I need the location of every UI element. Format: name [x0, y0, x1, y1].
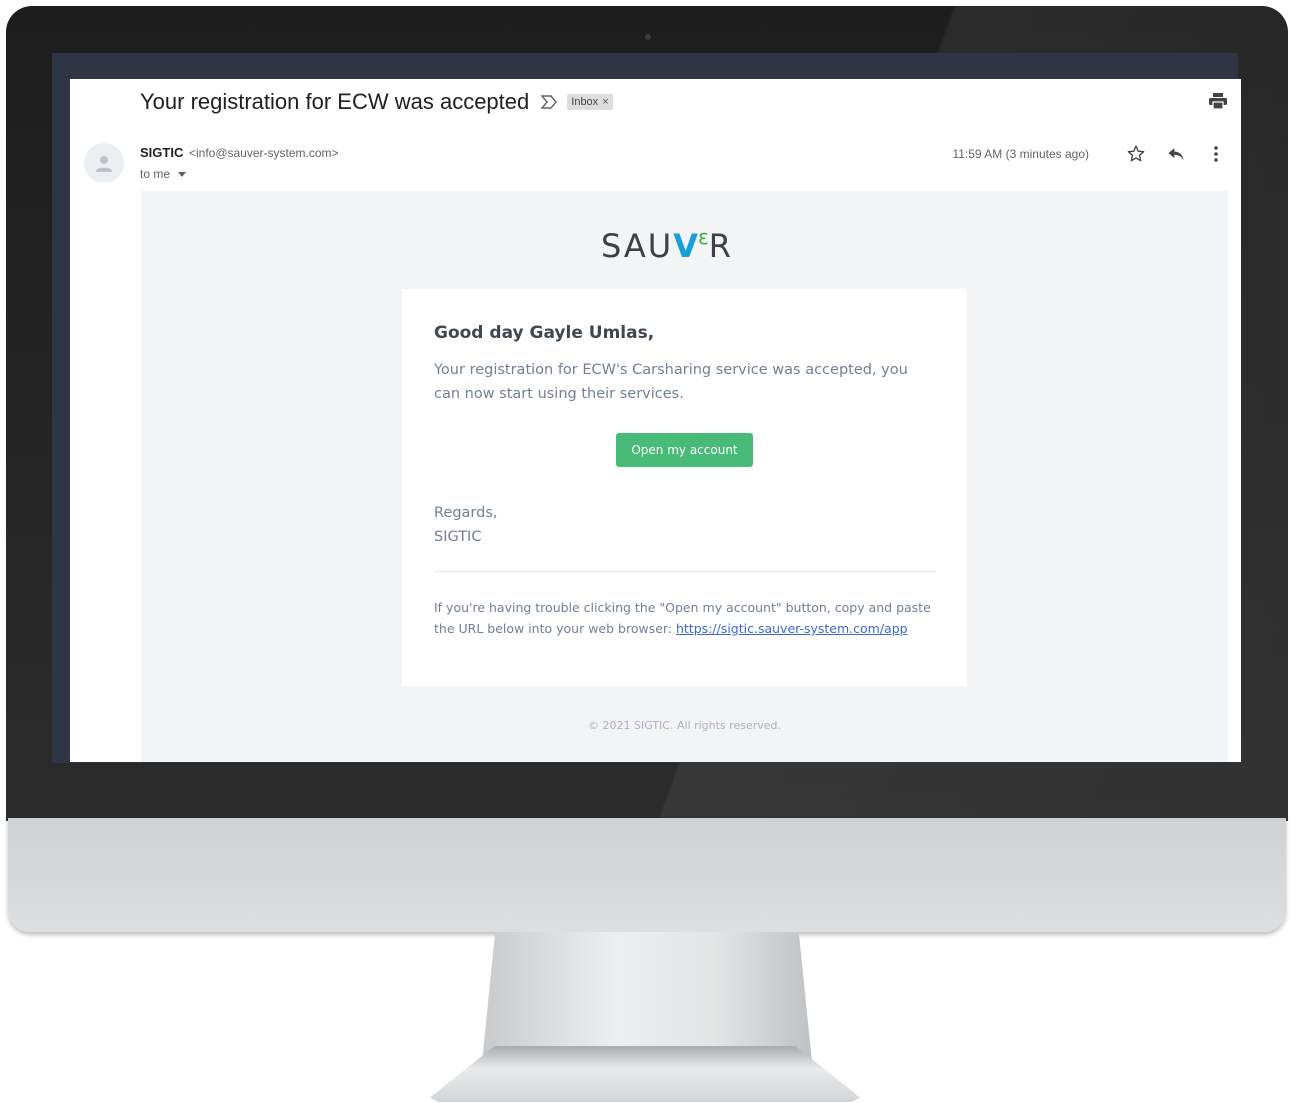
email-subject: Your registration for ECW was accepted	[140, 89, 530, 114]
signature: Regards, SIGTIC	[434, 501, 498, 549]
email-body: SAU Vε R Good day Gayle Umlas, Your regist…	[141, 191, 1228, 762]
sender-line: SIGTIC <info@sauver-system.com>	[140, 145, 339, 160]
remove-label-button[interactable]: ×	[602, 96, 608, 108]
recipient-text: to me	[140, 167, 171, 181]
email-view: Your registration for ECW was accepted I…	[70, 79, 1241, 762]
inbox-label-text: Inbox	[571, 96, 599, 108]
importance-marker-icon[interactable]	[540, 95, 558, 109]
sender-email: <info@sauver-system.com>	[188, 146, 339, 160]
monitor-stand-base	[430, 1046, 860, 1102]
footer-copyright: © 2021 SIGTIC. All rights reserved.	[587, 719, 781, 732]
email-card: Good day Gayle Umlas, Your registration …	[402, 289, 967, 686]
inbox-label: Inbox ×	[567, 94, 613, 110]
open-account-button[interactable]: Open my account	[616, 433, 753, 467]
star-icon[interactable]	[1125, 143, 1147, 165]
regards-line: Regards,	[434, 505, 498, 521]
sender-name[interactable]: SIGTIC	[140, 145, 183, 160]
message-text: Your registration for ECW's Carsharing s…	[434, 362, 908, 402]
avatar	[84, 143, 124, 183]
more-vertical-icon[interactable]	[1205, 143, 1227, 165]
divider	[434, 571, 936, 572]
person-icon	[96, 156, 112, 172]
sauver-logo: SAU Vε R	[601, 225, 734, 265]
signature-name: SIGTIC	[434, 529, 482, 545]
print-icon[interactable]	[1209, 93, 1227, 110]
trouble-note: If you're having trouble clicking the "O…	[434, 600, 931, 636]
app-url-link[interactable]: https://sigtic.sauver-system.com/app	[676, 621, 908, 636]
reply-icon[interactable]	[1165, 143, 1187, 165]
monitor-chin	[8, 818, 1286, 932]
subject-row: Your registration for ECW was accepted I…	[140, 89, 613, 115]
message-actions: 11:59 AM (3 minutes ago)	[952, 143, 1227, 165]
monitor-stand	[482, 932, 812, 1062]
recipient-line[interactable]: to me	[140, 167, 187, 181]
camera	[645, 34, 651, 40]
timestamp: 11:59 AM (3 minutes ago)	[952, 147, 1089, 161]
greeting: Good day Gayle Umlas,	[434, 323, 655, 343]
chevron-down-icon[interactable]	[178, 171, 187, 177]
